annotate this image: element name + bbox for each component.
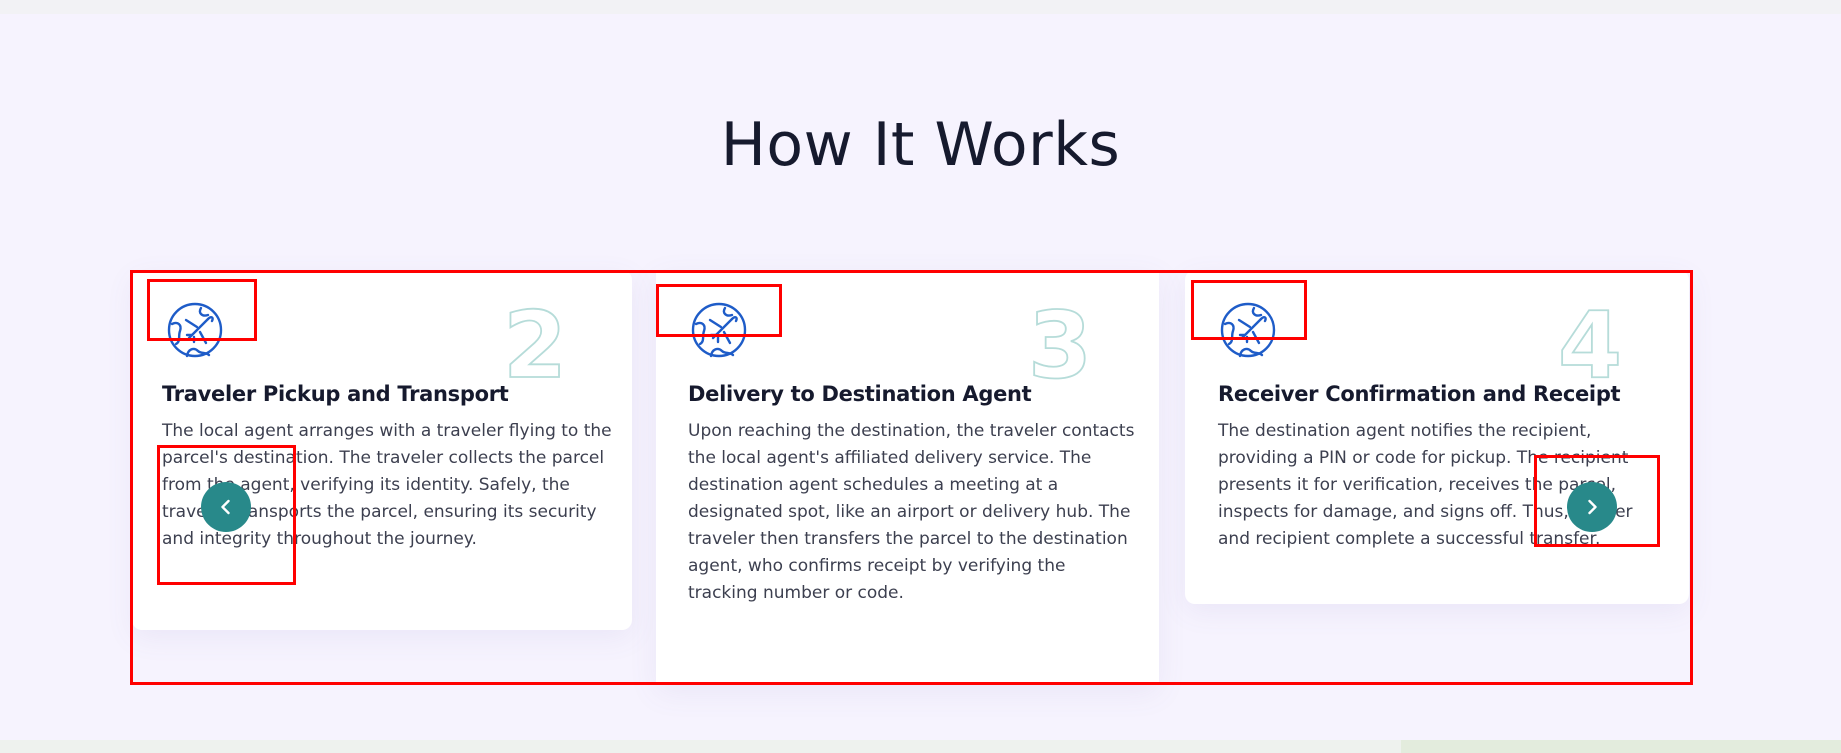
carousel-prev-button[interactable] (201, 482, 251, 532)
steps-carousel: 2 Traveler Pickup and Transport The loca… (130, 270, 1693, 685)
step-card: 3 Delivery to Destination Agent Upon rea… (656, 270, 1159, 685)
step-title: Delivery to Destination Agent (688, 382, 1032, 406)
step-number: 4 (1557, 292, 1623, 399)
globe-plane-icon (1220, 302, 1276, 358)
footer-strip (0, 740, 1841, 753)
step-description: Upon reaching the destination, the trave… (688, 421, 1135, 603)
carousel-next-button[interactable] (1567, 482, 1617, 532)
step-number: 3 (1027, 292, 1093, 399)
step-card: 4 Receiver Confirmation and Receipt The … (1185, 270, 1689, 604)
section-heading: How It Works (720, 110, 1121, 180)
chevron-left-icon (221, 499, 230, 515)
globe-plane-icon (167, 302, 223, 358)
step-number: 2 (502, 292, 568, 399)
how-it-works-section: How It Works 2 Traveler Pickup and Trans… (0, 14, 1841, 740)
step-title: Traveler Pickup and Transport (162, 382, 509, 406)
step-title: Receiver Confirmation and Receipt (1218, 382, 1621, 406)
chevron-right-icon (1588, 499, 1597, 515)
globe-plane-icon (691, 302, 747, 358)
step-card: 2 Traveler Pickup and Transport The loca… (132, 270, 632, 630)
